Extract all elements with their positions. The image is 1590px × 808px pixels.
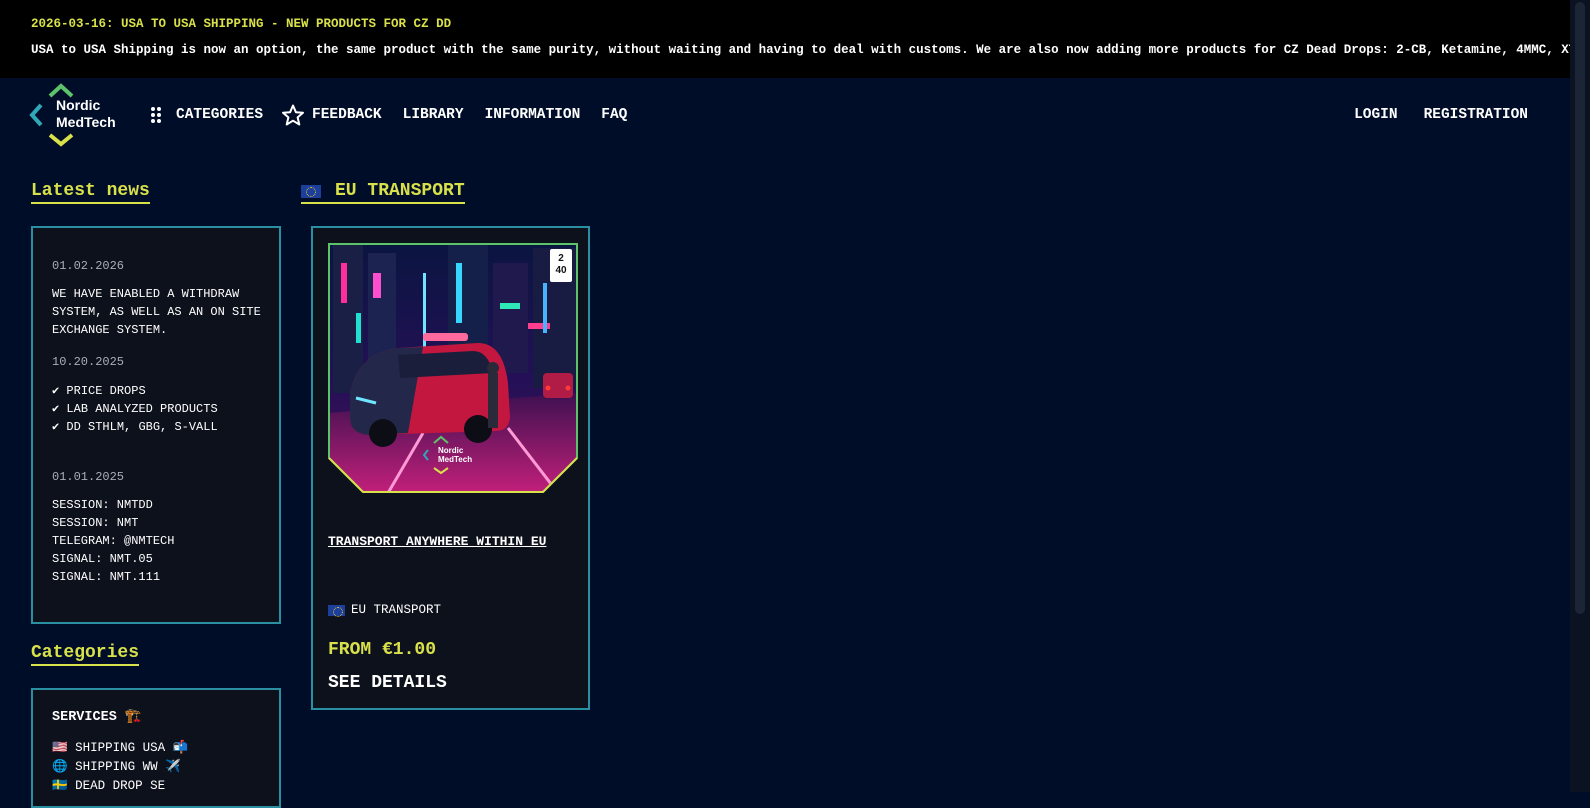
nav-feedback-label: FEEDBACK: [312, 107, 382, 123]
nav-categories-label: CATEGORIES: [176, 107, 264, 123]
site-logo[interactable]: Nordic MedTech: [28, 83, 124, 149]
news-3-line-2: SESSION: NMT: [52, 516, 139, 530]
eu-transport-section-label: EU TRANSPORT: [335, 181, 465, 201]
news-date-1: 01.02.2026: [52, 259, 125, 273]
news-3-line-1: SESSION: NMTDD: [52, 498, 153, 512]
news-2-line-1: ✔ PRICE DROPS: [52, 384, 146, 398]
news-3-line-4: SIGNAL: NMT.05: [52, 552, 153, 566]
scrollbar-thumb[interactable]: [1575, 2, 1585, 614]
category-shipping-ww[interactable]: 🌐 SHIPPING WW ✈️: [52, 759, 181, 774]
announcement-banner: 2026-03-16: USA TO USA SHIPPING - NEW PR…: [0, 0, 1590, 78]
category-shipping-usa[interactable]: 🇺🇸 SHIPPING USA 📬: [52, 740, 188, 755]
product-price: FROM €1.00: [328, 640, 437, 660]
news-1-line-3: EXCHANGE SYSTEM.: [52, 323, 168, 337]
latest-news-title: Latest news: [31, 181, 150, 204]
image-badge-num: 40: [555, 265, 567, 276]
announcement-title: 2026-03-16: USA TO USA SHIPPING - NEW PR…: [31, 17, 452, 31]
category-dead-drop-se[interactable]: 🇸🇪 DEAD DROP SE: [52, 778, 165, 793]
nav-feedback[interactable]: FEEDBACK: [281, 104, 382, 126]
nav-faq[interactable]: FAQ: [601, 107, 627, 123]
news-date-3: 01.01.2025: [52, 470, 125, 484]
product-title-link[interactable]: TRANSPORT ANYWHERE WITHIN EU: [328, 534, 546, 549]
news-3-line-3: TELEGRAM: @NMTECH: [52, 534, 175, 548]
product-image-art: Nordic MedTech 2 40: [328, 243, 578, 493]
main-nav: CATEGORIES FEEDBACK LIBRARY INFORMATION …: [150, 104, 627, 126]
news-1-line-1: WE HAVE ENABLED A WITHDRAW: [52, 287, 240, 301]
logo-line-1: Nordic: [56, 97, 101, 113]
image-logo-line-2: MedTech: [438, 455, 472, 464]
product-category-label: EU TRANSPORT: [351, 603, 442, 617]
logo-wordmark: Nordic MedTech: [56, 97, 116, 131]
nav-faq-label: FAQ: [601, 107, 628, 123]
nav-library-label: LIBRARY: [402, 107, 464, 123]
registration-label: REGISTRATION: [1423, 107, 1528, 123]
product-image[interactable]: Nordic MedTech 2 40: [328, 243, 578, 493]
image-badge-top: 2: [558, 253, 564, 264]
login-link[interactable]: LOGIN: [1354, 107, 1398, 123]
login-label: LOGIN: [1354, 107, 1398, 123]
category-group-heading[interactable]: SERVICES 🏗️: [52, 708, 142, 725]
eu-flag-icon: [328, 604, 345, 617]
account-nav: LOGIN REGISTRATION: [1354, 105, 1528, 125]
news-date-2: 10.20.2025: [52, 355, 125, 369]
nav-categories[interactable]: CATEGORIES: [150, 106, 263, 124]
logo-line-2: MedTech: [56, 114, 116, 130]
eu-flag-icon: [301, 184, 321, 198]
nav-information-label: INFORMATION: [484, 107, 581, 123]
nav-information[interactable]: INFORMATION: [485, 107, 581, 123]
registration-link[interactable]: REGISTRATION: [1424, 107, 1528, 123]
news-1-line-2: SYSTEM, AS WELL AS AN ON SITE: [52, 305, 261, 319]
news-3-line-5: SIGNAL: NMT.111: [52, 570, 161, 584]
nav-library[interactable]: LIBRARY: [403, 107, 464, 123]
star-icon: [282, 104, 305, 126]
eu-transport-section-title: EU TRANSPORT: [301, 181, 465, 204]
news-2-line-3: ✔ DD STHLM, GBG, S-VALL: [52, 420, 218, 434]
image-logo-line-1: Nordic: [438, 446, 464, 455]
grid-dots-icon: [151, 107, 161, 123]
news-2-line-2: ✔ LAB ANALYZED PRODUCTS: [52, 402, 218, 416]
see-details-button[interactable]: SEE DETAILS: [328, 673, 447, 693]
scrollbar[interactable]: [1570, 0, 1590, 792]
announcement-text: USA to USA Shipping is now an option, th…: [31, 43, 1590, 57]
product-category[interactable]: EU TRANSPORT: [328, 603, 441, 617]
categories-title: Categories: [31, 643, 140, 666]
